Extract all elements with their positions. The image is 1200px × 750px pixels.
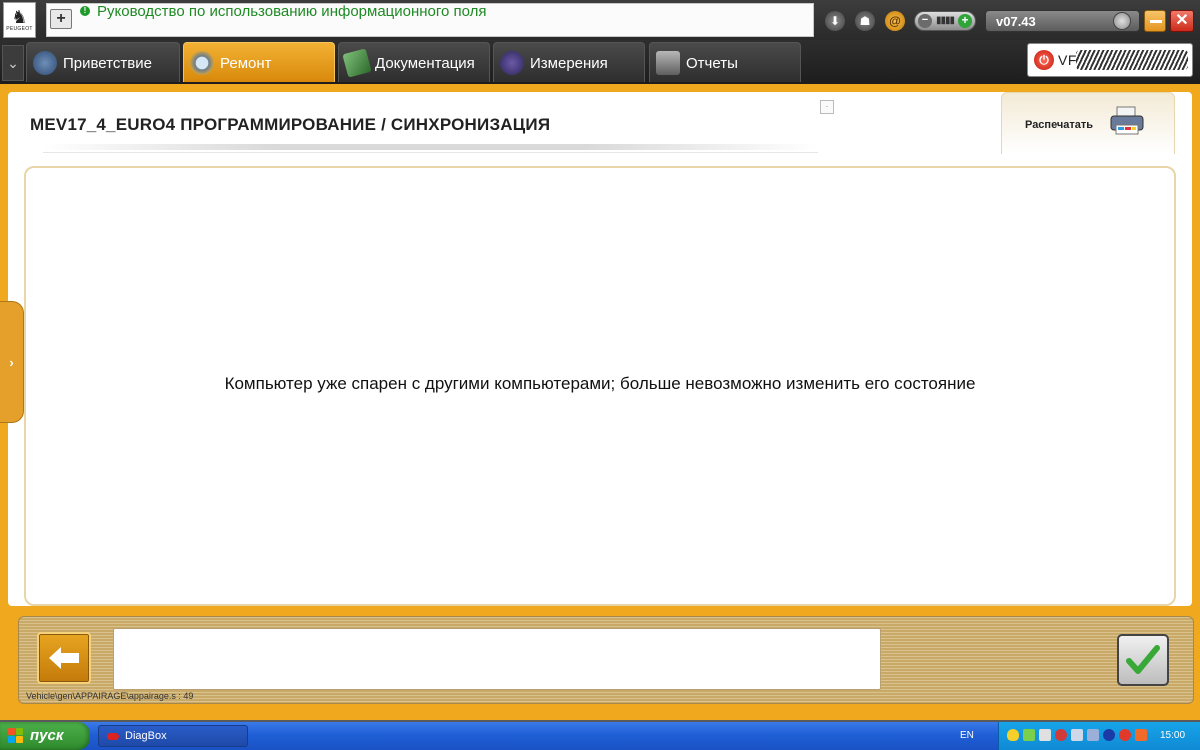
minus-icon[interactable]: −: [918, 14, 932, 28]
book-icon: [342, 48, 372, 78]
signal-bars-icon: ▮▮▮▮: [936, 15, 955, 26]
clock[interactable]: 15:00: [1160, 730, 1185, 741]
title-divider: [43, 144, 818, 150]
start-button[interactable]: пуск: [0, 722, 90, 750]
download-icon[interactable]: ⬇: [825, 11, 845, 31]
close-button[interactable]: ✕: [1170, 10, 1194, 32]
windows-logo-icon: [8, 728, 24, 744]
network-icon[interactable]: [1023, 729, 1035, 741]
side-expand-tab[interactable]: ›: [0, 301, 24, 423]
title-divider-line: [43, 152, 818, 153]
magnifier-icon: [190, 51, 214, 75]
windows-taskbar: пуск DiagBox EN 15:00: [0, 722, 1200, 750]
user-icon[interactable]: ☗: [855, 11, 875, 31]
add-button[interactable]: +: [50, 9, 72, 29]
tab-documentation[interactable]: Документация: [338, 42, 490, 82]
alert-icon[interactable]: [1135, 729, 1147, 741]
guide-text: Руководство по использованию информацион…: [97, 3, 487, 20]
plus-icon[interactable]: +: [958, 14, 972, 28]
logo-brand-text: PEUGEOT: [6, 26, 33, 32]
version-label: v07.43: [996, 14, 1036, 29]
tab-label: Приветствие: [63, 55, 152, 72]
tab-label: Документация: [375, 55, 475, 72]
version-knob-icon[interactable]: [1113, 12, 1131, 30]
minimize-button[interactable]: [1144, 10, 1166, 32]
confirm-button[interactable]: [1117, 634, 1169, 686]
status-field: [113, 628, 881, 690]
taskbar-item-diagbox[interactable]: DiagBox: [98, 725, 248, 747]
guide-field[interactable]: ! Руководство по использованию информаци…: [46, 3, 814, 37]
print-label: Распечатать: [1025, 119, 1094, 131]
message-panel: Компьютер уже спарен с другими компьютер…: [24, 166, 1176, 606]
tab-label: Измерения: [530, 55, 608, 72]
peugeot-logo: ♞ PEUGEOT: [3, 2, 36, 38]
printer-icon: [1110, 106, 1144, 135]
security-icon[interactable]: [1055, 729, 1067, 741]
update-icon[interactable]: [1119, 729, 1131, 741]
waveform-icon: [500, 51, 524, 75]
phone-icon[interactable]: [1087, 729, 1099, 741]
main-panel: MEV17_4_EURO4 ПРОГРАММИРОВАНИЕ / СИНХРОН…: [8, 92, 1192, 606]
start-label: пуск: [30, 727, 64, 744]
info-icon: !: [80, 6, 90, 16]
version-box[interactable]: v07.43: [985, 10, 1140, 32]
language-indicator[interactable]: EN: [960, 730, 974, 741]
bluetooth-icon[interactable]: [1103, 729, 1115, 741]
status-message: Компьютер уже спарен с другими компьютер…: [224, 374, 976, 393]
vehicle-selector[interactable]: ⏻ VF: [1027, 43, 1193, 77]
back-button[interactable]: [37, 632, 91, 684]
speaker-icon[interactable]: [1071, 729, 1083, 741]
checkmark-icon: [1126, 645, 1160, 674]
script-path-label: Vehicle\gen\APPAIRAGE\appairage.s : 49: [26, 691, 194, 701]
welcome-globe-icon: [33, 51, 57, 75]
bottom-bar: Vehicle\gen\APPAIRAGE\appairage.s : 49: [18, 616, 1194, 704]
page-title: MEV17_4_EURO4 ПРОГРАММИРОВАНИЕ / СИНХРОН…: [30, 115, 551, 134]
main-frame: MEV17_4_EURO4 ПРОГРАММИРОВАНИЕ / СИНХРОН…: [0, 84, 1200, 720]
power-icon[interactable]: ⏻: [1034, 50, 1054, 70]
tab-repair[interactable]: Ремонт: [183, 42, 335, 82]
tab-label: Отчеты: [686, 55, 738, 72]
arrow-left-icon: [49, 647, 79, 669]
top-bar: ♞ PEUGEOT ! Руководство по использованию…: [0, 0, 1200, 40]
vin-label: VF: [1058, 52, 1077, 68]
signal-strength-control[interactable]: − ▮▮▮▮ +: [914, 11, 976, 31]
print-button[interactable]: Распечатать: [1001, 92, 1175, 154]
lion-icon: ♞: [11, 7, 28, 27]
tab-reports[interactable]: Отчеты: [649, 42, 801, 82]
redacted-vin: [1076, 50, 1188, 70]
tab-label: Ремонт: [220, 55, 272, 72]
at-mail-icon[interactable]: @: [885, 11, 905, 31]
report-icon: [656, 51, 680, 75]
tab-bar: ⌄ Приветствие Ремонт Документация Измере…: [0, 40, 1200, 84]
chevron-down-icon[interactable]: ⌄: [2, 45, 24, 81]
taskbar-item-label: DiagBox: [125, 730, 167, 742]
expand-icon[interactable]: ·: [820, 100, 834, 114]
shield-icon[interactable]: [1007, 729, 1019, 741]
tab-measurements[interactable]: Измерения: [493, 42, 645, 82]
system-tray: 15:00: [998, 722, 1200, 750]
diagbox-icon: [107, 733, 119, 740]
tab-welcome[interactable]: Приветствие: [26, 42, 180, 82]
monitor-icon[interactable]: [1039, 729, 1051, 741]
